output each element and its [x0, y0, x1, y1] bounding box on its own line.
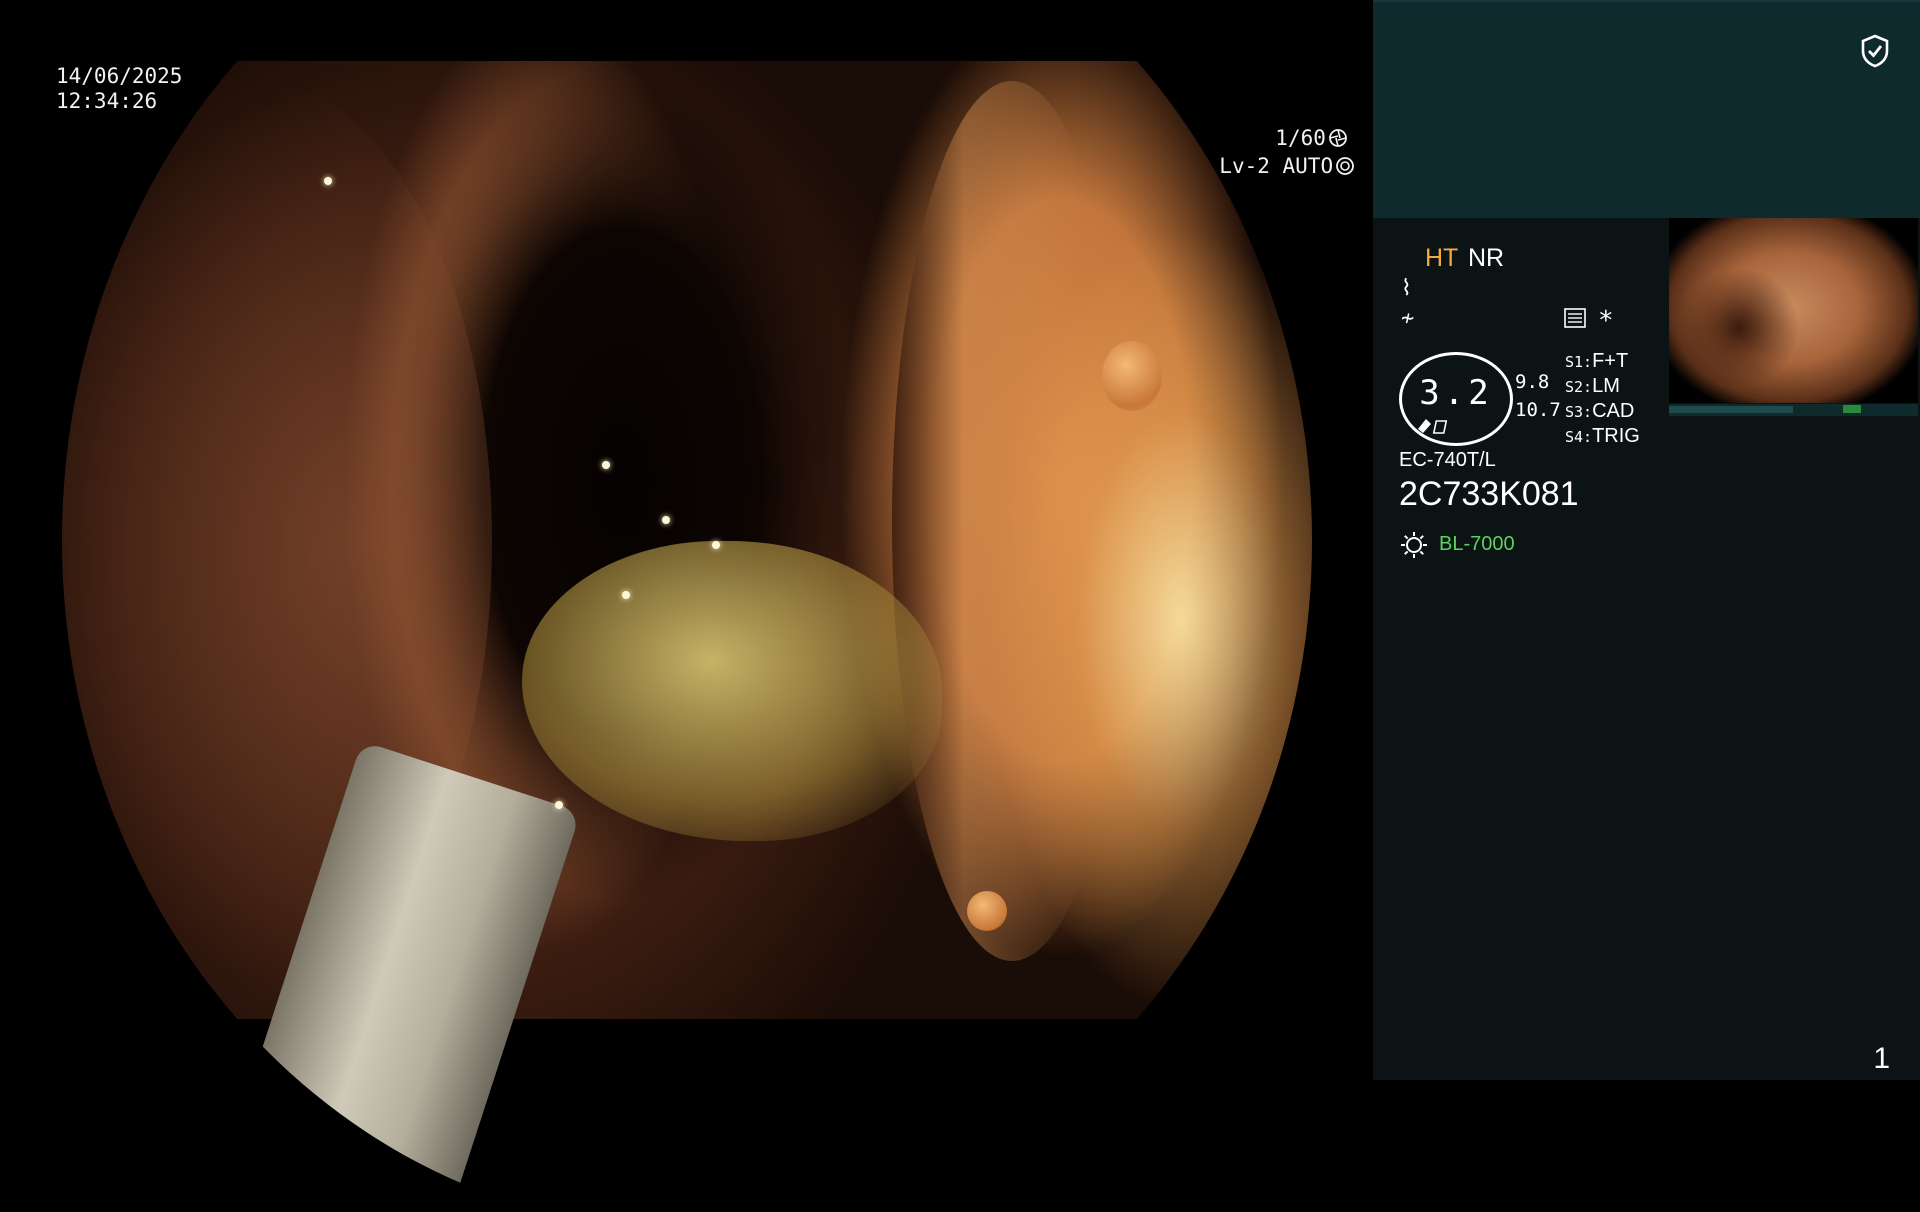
- iris-indicator: 3.2: [1399, 352, 1513, 446]
- thumbnail-status-bar: [1669, 404, 1918, 416]
- specular-highlight: [602, 461, 610, 469]
- shield-check-icon: [1861, 34, 1889, 68]
- scope-model: EC-740T/L: [1399, 449, 1496, 471]
- bubble-mass: [522, 541, 942, 841]
- thumbnail-progress: [1669, 406, 1793, 413]
- specular-highlight: [712, 541, 720, 549]
- date-label: 14/06/2025: [56, 64, 183, 88]
- light-source-label: BL-7000: [1439, 533, 1515, 555]
- endoscope-view: [62, 61, 1312, 1212]
- specular-highlight: [622, 591, 630, 599]
- switch-row-2: S2:LM: [1565, 375, 1620, 397]
- info-panel: HT NR ⌇ ≁ * 3.2 9.8 10.7 S1:F+T S2:LM S3…: [1373, 0, 1920, 1080]
- symbol-1: ⌇: [1401, 276, 1412, 301]
- iris-marker-icon: [1418, 419, 1448, 434]
- metric-2: 10.7: [1515, 399, 1561, 421]
- settings-icon: [1564, 308, 1586, 328]
- level-value: Lv-2 AUTO: [1219, 154, 1334, 178]
- page-number: 1: [1873, 1042, 1890, 1075]
- thumbnail-image[interactable]: [1669, 218, 1918, 403]
- specular-highlight: [662, 516, 670, 524]
- mode-nr: NR: [1467, 244, 1505, 272]
- iris-value: 3.2: [1419, 373, 1493, 413]
- metric-1: 9.8: [1515, 371, 1550, 393]
- thumbnail-indicator: [1843, 405, 1861, 413]
- mode-ht: HT: [1425, 244, 1459, 272]
- specular-highlight: [555, 801, 563, 809]
- switch-row-4: S4:TRIG: [1565, 425, 1640, 447]
- scope-serial: 2C733K081: [1399, 475, 1579, 513]
- panel-header: [1373, 0, 1920, 218]
- specular-highlight: [324, 177, 332, 185]
- switch-row-3: S3:CAD: [1565, 400, 1635, 422]
- switch-row-1: S1:F+T: [1565, 350, 1629, 372]
- light-source-icon: [1401, 532, 1427, 558]
- mucosa-fold-right: [892, 81, 1132, 961]
- time-label: 12:34:26: [56, 89, 158, 113]
- nodule: [967, 891, 1007, 931]
- symbol-2: ≁: [1401, 306, 1415, 331]
- asterisk-indicator: *: [1598, 306, 1614, 336]
- nodule: [1102, 341, 1162, 411]
- aperture-icon: [1336, 157, 1354, 175]
- mode-indicators: HT NR: [1425, 244, 1504, 273]
- level-label: Lv-2 AUTO: [1194, 127, 1355, 179]
